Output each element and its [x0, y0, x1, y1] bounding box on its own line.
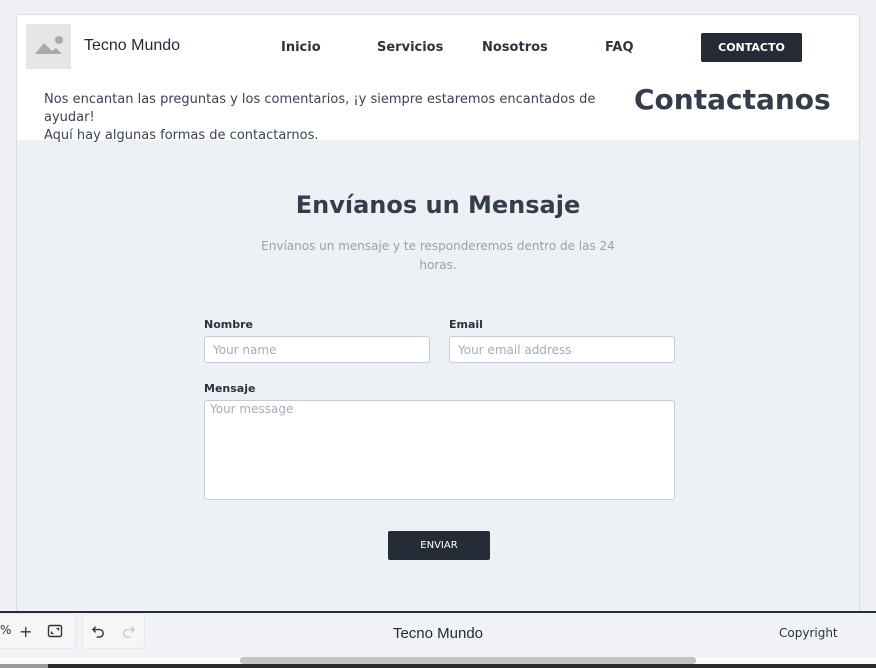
nav-faq[interactable]: FAQ [605, 40, 634, 55]
logo-image-placeholder-icon [26, 24, 71, 69]
intro-line-1: Nos encantan las preguntas y los comenta… [44, 92, 596, 125]
email-input[interactable] [449, 336, 675, 363]
zoom-controls: % + [0, 613, 76, 649]
page-canvas: Tecno Mundo Inicio Servicios Nosotros FA… [16, 14, 860, 613]
zoom-level-suffix: % [0, 623, 12, 637]
contacto-button[interactable]: CONTACTO [701, 33, 802, 62]
nav-servicios[interactable]: Servicios [377, 40, 443, 55]
message-textarea[interactable] [204, 400, 675, 500]
redo-icon[interactable] [121, 623, 136, 642]
page-title: Contactanos [634, 83, 831, 116]
zoom-in-icon[interactable]: + [19, 622, 32, 641]
bottom-divider [0, 664, 876, 668]
form-subheading: Envíanos un mensaje y te responderemos d… [261, 239, 615, 272]
nav-inicio[interactable]: Inicio [281, 40, 321, 55]
form-heading: Envíanos un Mensaje [295, 191, 581, 219]
undo-icon[interactable] [91, 623, 106, 642]
bottom-divider-segment [0, 664, 48, 668]
intro-line-2: Aquí hay algunas formas de contactarnos. [44, 128, 319, 143]
nav-nosotros[interactable]: Nosotros [482, 40, 548, 55]
footer-copyright: Copyright [779, 626, 838, 640]
message-label: Mensaje [204, 382, 256, 395]
history-controls [82, 613, 145, 649]
site-header: Tecno Mundo Inicio Servicios Nosotros FA… [17, 15, 859, 143]
scrollbar-thumb[interactable] [240, 657, 696, 664]
name-label: Nombre [204, 318, 253, 331]
editor-toolbar: % + [0, 613, 146, 649]
name-input[interactable] [204, 336, 430, 363]
intro-text: Nos encantan las preguntas y los comenta… [44, 91, 604, 145]
site-brand[interactable]: Tecno Mundo [84, 37, 180, 55]
fit-screen-icon[interactable] [47, 623, 63, 643]
enviar-button[interactable]: ENVIAR [388, 531, 490, 560]
email-label: Email [449, 318, 483, 331]
